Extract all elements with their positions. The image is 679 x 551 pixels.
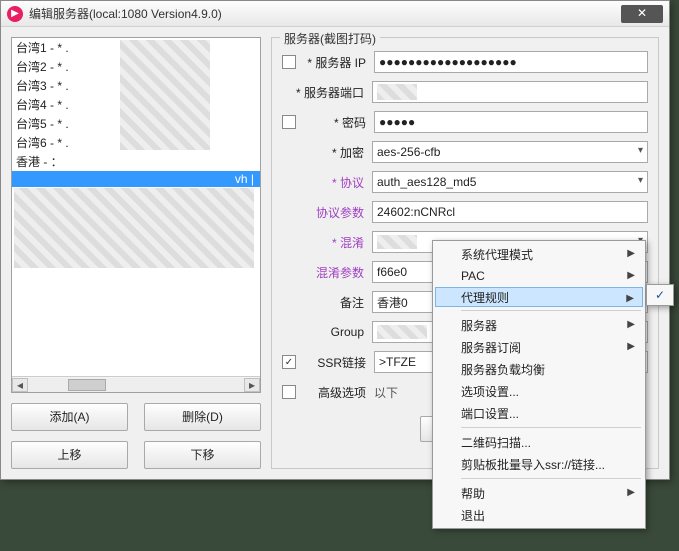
password-checkbox[interactable]: [282, 115, 296, 129]
add-button[interactable]: 添加(A): [11, 403, 128, 431]
menu-item[interactable]: 系统代理模式▶: [435, 243, 643, 265]
scroll-right-arrow[interactable]: ▸: [244, 378, 260, 392]
submenu-arrow-icon: ▶: [626, 293, 634, 304]
delete-button[interactable]: 删除(D): [144, 403, 261, 431]
scroll-track[interactable]: [28, 378, 244, 392]
obfs-param-label: 混淆参数: [282, 264, 372, 281]
left-column: 台湾1 - * . 台湾2 - * . 台湾3 - * . 台湾4 - * . …: [11, 37, 261, 469]
advanced-hint: 以下: [374, 384, 398, 401]
password-label: * 密码: [300, 114, 374, 131]
fieldset-legend: 服务器(截图打码): [280, 30, 380, 47]
protocol-param-label: 协议参数: [282, 204, 372, 221]
group-label: Group: [282, 325, 372, 339]
server-port-input[interactable]: [372, 81, 648, 103]
menu-separator: [461, 310, 641, 311]
scroll-left-arrow[interactable]: ◂: [12, 378, 28, 392]
proxy-rule-submenu-check[interactable]: ✓: [646, 284, 674, 306]
list-item[interactable]: 香港 - ：: [12, 152, 260, 171]
submenu-arrow-icon: ▶: [627, 319, 635, 330]
move-down-button[interactable]: 下移: [144, 441, 261, 469]
server-ip-input[interactable]: ●●●●●●●●●●●●●●●●●●●: [374, 51, 648, 73]
password-input[interactable]: ●●●●●: [374, 111, 648, 133]
server-listbox[interactable]: 台湾1 - * . 台湾2 - * . 台湾3 - * . 台湾4 - * . …: [11, 37, 261, 393]
menu-item[interactable]: 退出: [435, 504, 643, 526]
menu-item[interactable]: 帮助▶: [435, 482, 643, 504]
menu-item[interactable]: 代理规则▶: [435, 287, 643, 307]
server-port-label: * 服务器端口: [282, 84, 372, 101]
remark-label: 备注: [282, 294, 372, 311]
ssr-link-label: SSR链接: [300, 354, 374, 371]
window-title: 编辑服务器(local:1080 Version4.9.0): [29, 5, 222, 22]
menu-item[interactable]: 服务器订阅▶: [435, 336, 643, 358]
protocol-select[interactable]: auth_aes128_md5: [372, 171, 648, 193]
submenu-arrow-icon: ▶: [627, 248, 635, 259]
menu-item[interactable]: 服务器负载均衡: [435, 358, 643, 380]
app-icon: ▶: [7, 6, 23, 22]
censored-area: [120, 40, 210, 150]
obfs-label: * 混淆: [282, 234, 372, 251]
titlebar[interactable]: ▶ 编辑服务器(local:1080 Version4.9.0) ✕: [1, 1, 669, 27]
submenu-arrow-icon: ▶: [627, 341, 635, 352]
tray-context-menu[interactable]: 系统代理模式▶PAC▶代理规则▶ 服务器▶服务器订阅▶服务器负载均衡选项设置...…: [432, 240, 646, 529]
horizontal-scrollbar[interactable]: ◂ ▸: [12, 376, 260, 392]
menu-item[interactable]: 剪贴板批量导入ssr://链接...: [435, 453, 643, 475]
encrypt-select[interactable]: aes-256-cfb: [372, 141, 648, 163]
move-up-button[interactable]: 上移: [11, 441, 128, 469]
list-item-selected[interactable]: vh |: [12, 171, 260, 187]
protocol-param-input[interactable]: 24602:nCNRcl: [372, 201, 648, 223]
scroll-thumb[interactable]: [68, 379, 106, 391]
submenu-arrow-icon: ▶: [627, 270, 635, 281]
menu-separator: [461, 427, 641, 428]
check-icon: ✓: [655, 288, 665, 302]
menu-item[interactable]: 选项设置...: [435, 380, 643, 402]
menu-separator: [461, 478, 641, 479]
submenu-arrow-icon: ▶: [627, 487, 635, 498]
menu-item[interactable]: 端口设置...: [435, 402, 643, 424]
menu-item[interactable]: PAC▶: [435, 265, 643, 287]
menu-item[interactable]: 二维码扫描...: [435, 431, 643, 453]
protocol-label: * 协议: [282, 174, 372, 191]
encrypt-label: * 加密: [282, 144, 372, 161]
advanced-checkbox[interactable]: [282, 385, 296, 399]
ssr-link-checkbox[interactable]: ✓: [282, 355, 296, 369]
close-button[interactable]: ✕: [621, 5, 663, 23]
censored-area: [14, 188, 254, 268]
advanced-label: 高级选项: [300, 384, 374, 401]
menu-item[interactable]: 服务器▶: [435, 314, 643, 336]
server-ip-checkbox[interactable]: [282, 55, 296, 69]
server-ip-label: * 服务器 IP: [300, 54, 374, 71]
